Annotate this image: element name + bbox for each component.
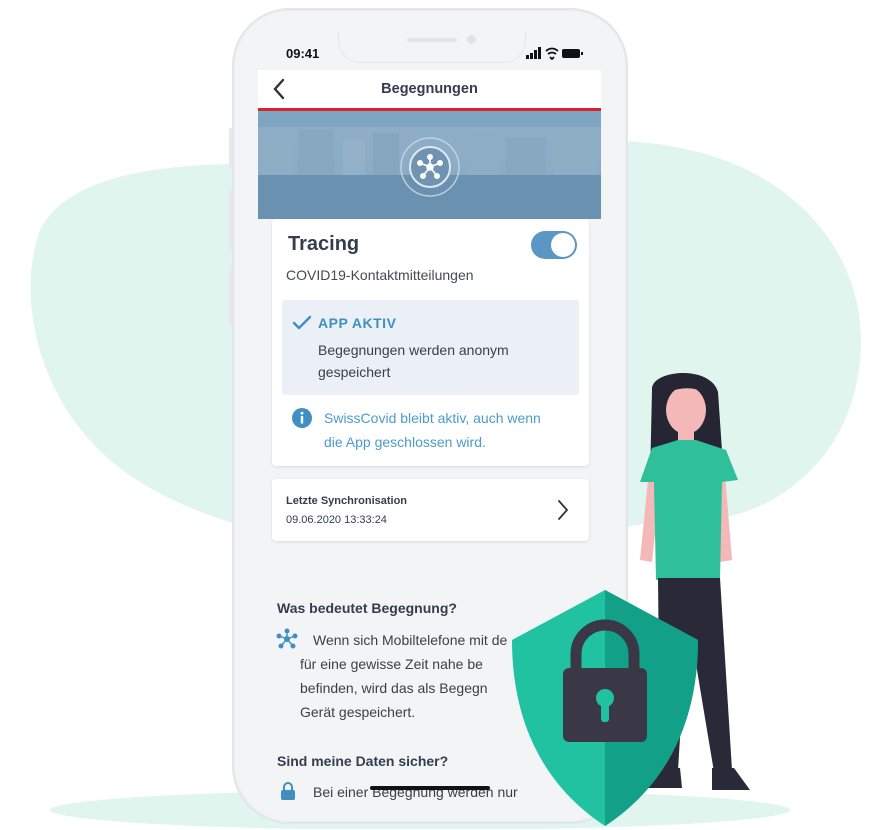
shield-lock-icon [512,590,698,826]
status-title: APP AKTIV [318,315,397,331]
tracing-toggle[interactable] [531,231,577,259]
tracing-title: Tracing [288,233,360,255]
sync-card[interactable]: Letzte Synchronisation 09.06.2020 13:33:… [272,479,589,541]
page-title: Begegnungen [381,81,478,97]
info-text-line1: SwissCovid bleibt aktiv, auch wenn [324,410,541,426]
checkmark-icon [292,315,312,330]
info-text-line2: die App geschlossen wird. [324,434,486,450]
toggle-knob [551,233,575,257]
status-text-line1: Begegnungen werden anonym [318,342,509,358]
section1-line2: für eine gewisse Zeit nahe be [300,656,483,672]
section1-line3: befinden, wird das als Begegn [300,680,488,696]
status-icons [526,47,583,60]
home-indicator [370,786,490,790]
section1-line1: Wenn sich Mobiltelefone mit de [313,632,508,648]
tracing-network-icon [416,153,443,179]
status-box: APP AKTIV Begegnungen werden anonym gesp… [282,300,579,395]
front-camera [467,35,476,44]
navigation-bar: Begegnungen [258,70,601,108]
status-time: 09:41 [286,46,320,61]
sync-label: Letzte Synchronisation [286,495,408,507]
lock-icon [281,782,295,800]
sync-time: 09.06.2020 13:33:24 [286,514,387,526]
chevron-right-icon [558,500,569,520]
encounter-icon [276,628,298,649]
status-text-line2: gespeichert [318,364,391,380]
section1-line4: Gerät gespeichert. [300,704,416,720]
section-title-encounter: Was bedeutet Begegnung? [277,600,457,616]
hero-image [258,111,601,219]
phone-notch [338,32,526,63]
section2-line1: Bei einer Begegnung werden nur [313,784,518,800]
section-title-data-safety: Sind meine Daten sicher? [277,753,449,769]
info-icon [292,408,312,428]
speaker-grille [407,38,457,42]
tracing-card: Tracing COVID19-Kontaktmitteilungen APP … [272,219,589,466]
tracing-subtitle: COVID19-Kontaktmitteilungen [286,267,474,283]
